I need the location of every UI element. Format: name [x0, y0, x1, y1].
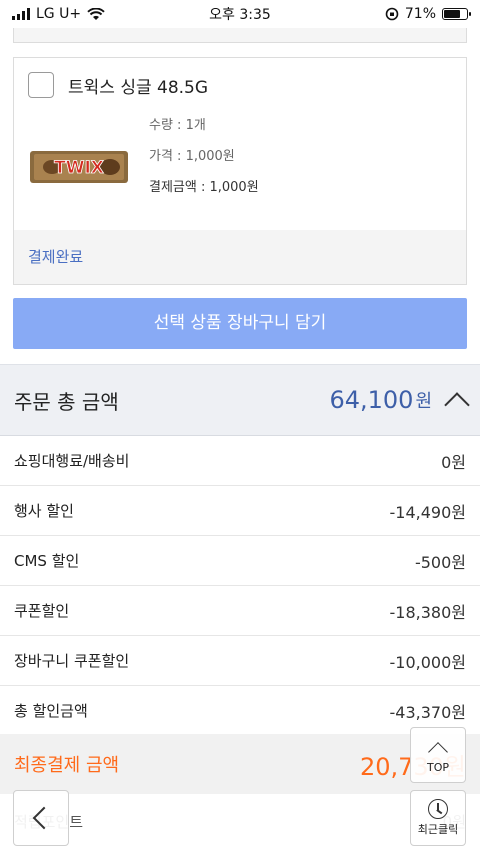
carrier-label: LG U+ — [36, 6, 82, 22]
payment-status: 결제완료 — [14, 230, 466, 284]
add-selected-to-cart-button[interactable]: 선택 상품 장바구니 담기 — [13, 298, 467, 349]
summary-label: 행사 할인 — [14, 502, 74, 520]
summary-value: -500원 — [414, 552, 466, 572]
order-total-header[interactable]: 주문 총 금액 64,100 원 — [0, 364, 480, 436]
product-card-header: 트윅스 싱글 48.5G — [28, 72, 208, 98]
battery-icon — [442, 8, 471, 20]
summary-row-event-discount: 행사 할인 -14,490원 — [0, 486, 480, 536]
summary-value: -14,490원 — [389, 502, 466, 522]
order-total-unit: 원 — [415, 391, 432, 412]
product-price: 가격 : 1,000원 — [149, 149, 235, 164]
final-payment-label: 최종결제 금액 — [14, 755, 120, 776]
order-summary-list: 쇼핑대행료/배송비 0원 행사 할인 -14,490원 CMS 할인 -500원… — [0, 436, 480, 736]
points-row: 적립포인트 0원 — [0, 794, 480, 848]
summary-label: 쿠폰할인 — [14, 602, 70, 620]
product-image-logo: TWIX — [54, 158, 104, 178]
summary-row-coupon-discount: 쿠폰할인 -18,380원 — [0, 586, 480, 636]
order-total-label: 주문 총 금액 — [14, 389, 119, 414]
chevron-left-icon — [32, 806, 56, 830]
summary-row-cart-coupon-discount: 장바구니 쿠폰할인 -10,000원 — [0, 636, 480, 686]
product-checkbox[interactable] — [28, 72, 54, 98]
summary-label: 총 할인금액 — [14, 702, 88, 720]
summary-value: 0원 — [441, 452, 466, 472]
status-left: LG U+ — [12, 6, 172, 22]
chevron-up-icon[interactable] — [444, 392, 470, 418]
summary-label: 장바구니 쿠폰할인 — [14, 652, 130, 670]
scroll-top-label: TOP — [426, 760, 449, 774]
product-details: 수량 : 1개 가격 : 1,000원 결제금액 : 1,000원 — [149, 116, 259, 209]
back-button[interactable] — [13, 790, 69, 846]
signal-icon — [12, 8, 30, 20]
status-bar: LG U+ 오후 3:35 71% — [0, 0, 480, 28]
order-total-amount: 64,100 — [329, 386, 414, 414]
product-quantity: 수량 : 1개 — [149, 118, 206, 133]
final-payment-row: 최종결제 금액 20,730원 — [0, 734, 480, 794]
summary-value: -10,000원 — [389, 652, 466, 672]
wifi-icon — [87, 7, 105, 20]
clock-icon — [428, 799, 448, 819]
chevron-up-icon — [428, 741, 448, 762]
status-right: 71% — [308, 6, 471, 22]
recent-clicks-button[interactable]: 최근클릭 — [410, 790, 466, 846]
summary-row-total-discount: 총 할인금액 -43,370원 — [0, 686, 480, 736]
points-label: 적립포인트 — [14, 811, 443, 832]
product-payment-amount: 결제금액 : 1,000원 — [149, 180, 259, 195]
product-name: 트윅스 싱글 48.5G — [68, 77, 209, 98]
battery-percent: 71% — [404, 6, 436, 22]
scroll-top-button[interactable]: TOP — [410, 727, 466, 783]
summary-label: CMS 할인 — [14, 552, 80, 570]
summary-label: 쇼핑대행료/배송비 — [14, 452, 130, 470]
summary-row-cms-discount: CMS 할인 -500원 — [0, 536, 480, 586]
summary-row-shipping: 쇼핑대행료/배송비 0원 — [0, 436, 480, 486]
recent-clicks-label: 최근클릭 — [417, 823, 459, 836]
orientation-lock-icon — [385, 7, 399, 21]
product-card: 트윅스 싱글 48.5G TWIX 수량 : 1개 가격 : 1,000원 결제… — [13, 57, 467, 285]
summary-value: -43,370원 — [389, 702, 466, 722]
status-time: 오후 3:35 — [209, 7, 271, 23]
summary-value: -18,380원 — [389, 602, 466, 622]
product-image[interactable]: TWIX — [30, 148, 128, 186]
